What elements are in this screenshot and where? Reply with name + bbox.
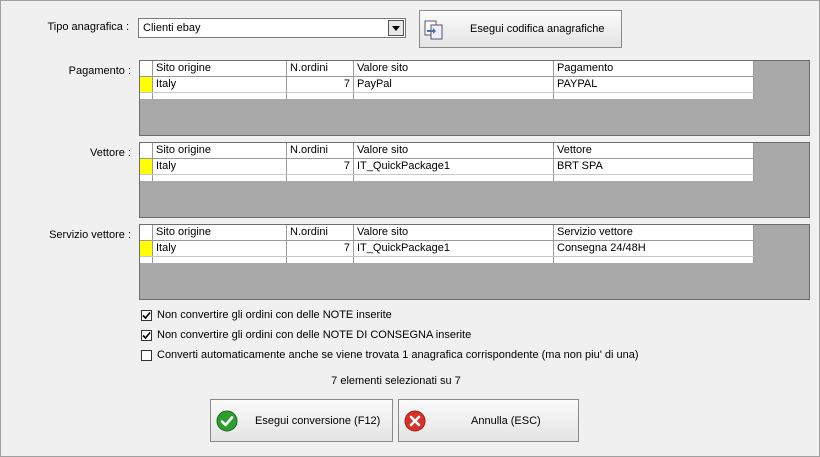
- cell-n-ordini[interactable]: 7: [287, 159, 354, 174]
- col-n-ordini[interactable]: N.ordini: [287, 61, 354, 76]
- vettore-label: Vettore :: [90, 147, 131, 159]
- cell-vettore[interactable]: BRT SPA: [554, 159, 754, 174]
- table-row[interactable]: Italy 7 IT_QuickPackage1 BRT SPA: [140, 159, 754, 175]
- checkbox-no-note-consegna[interactable]: [141, 330, 152, 341]
- col-valore-sito[interactable]: Valore sito: [354, 225, 554, 240]
- esegui-conversione-label: Esegui conversione (F12): [255, 414, 381, 427]
- col-vettore[interactable]: Vettore: [554, 143, 754, 158]
- col-valore-sito[interactable]: Valore sito: [354, 61, 554, 76]
- esegui-codifica-label: Esegui codifica anagrafiche: [470, 23, 605, 35]
- grid-header-row: Sito origine N.ordini Valore sito Serviz…: [140, 225, 754, 241]
- row-selector[interactable]: [140, 241, 153, 256]
- col-sito-origine[interactable]: Sito origine: [153, 225, 287, 240]
- tipo-anagrafica-select[interactable]: Clienti ebay: [138, 18, 406, 38]
- table-row-empty[interactable]: [140, 93, 754, 99]
- chevron-down-icon[interactable]: [388, 20, 404, 36]
- cell-valore-sito[interactable]: PayPal: [354, 77, 554, 92]
- col-n-ordini[interactable]: N.ordini: [287, 143, 354, 158]
- grid-header-row: Sito origine N.ordini Valore sito Pagame…: [140, 61, 754, 77]
- col-valore-sito[interactable]: Valore sito: [354, 143, 554, 158]
- col-n-ordini[interactable]: N.ordini: [287, 225, 354, 240]
- cell-valore-sito[interactable]: IT_QuickPackage1: [354, 241, 554, 256]
- cell-servizio-vettore[interactable]: Consegna 24/48H: [554, 241, 754, 256]
- annulla-button[interactable]: Annulla (ESC): [398, 399, 579, 442]
- grid-header-row: Sito origine N.ordini Valore sito Vettor…: [140, 143, 754, 159]
- dialog-window: Tipo anagrafica : Clienti ebay Esegui co…: [0, 0, 820, 457]
- document-convert-icon: [424, 20, 444, 43]
- checkbox-no-note[interactable]: [141, 310, 152, 321]
- tipo-anagrafica-label: Tipo anagrafica :: [47, 21, 129, 33]
- cell-n-ordini[interactable]: 7: [287, 77, 354, 92]
- servizio-vettore-label: Servizio vettore :: [49, 229, 131, 241]
- cell-pagamento[interactable]: PAYPAL: [554, 77, 754, 92]
- col-pagamento[interactable]: Pagamento: [554, 61, 754, 76]
- col-sito-origine[interactable]: Sito origine: [153, 61, 287, 76]
- checkbox-converti-auto[interactable]: [141, 350, 152, 361]
- table-row[interactable]: Italy 7 PayPal PAYPAL: [140, 77, 754, 93]
- servizio-vettore-grid: Sito origine N.ordini Valore sito Serviz…: [139, 224, 810, 300]
- table-row-empty[interactable]: [140, 257, 754, 263]
- table-row-empty[interactable]: [140, 175, 754, 181]
- esegui-conversione-button[interactable]: Esegui conversione (F12): [210, 399, 393, 442]
- cell-sito-origine[interactable]: Italy: [153, 77, 287, 92]
- pagamento-grid: Sito origine N.ordini Valore sito Pagame…: [139, 60, 810, 136]
- close-icon: [404, 410, 426, 435]
- cell-sito-origine[interactable]: Italy: [153, 159, 287, 174]
- cell-n-ordini[interactable]: 7: [287, 241, 354, 256]
- table-row[interactable]: Italy 7 IT_QuickPackage1 Consegna 24/48H: [140, 241, 754, 257]
- option-no-note-label: Non convertire gli ordini con delle NOTE…: [157, 309, 392, 321]
- row-selector[interactable]: [140, 77, 153, 92]
- cell-sito-origine[interactable]: Italy: [153, 241, 287, 256]
- col-servizio-vettore[interactable]: Servizio vettore: [554, 225, 754, 240]
- col-sito-origine[interactable]: Sito origine: [153, 143, 287, 158]
- esegui-codifica-button[interactable]: Esegui codifica anagrafiche: [419, 10, 622, 48]
- row-selector[interactable]: [140, 159, 153, 174]
- pagamento-label: Pagamento :: [68, 65, 131, 77]
- selection-status: 7 elementi selezionati su 7: [331, 375, 461, 387]
- option-converti-auto-label: Converti automaticamente anche se viene …: [157, 349, 639, 361]
- tipo-anagrafica-value: Clienti ebay: [143, 22, 201, 34]
- cell-valore-sito[interactable]: IT_QuickPackage1: [354, 159, 554, 174]
- vettore-grid: Sito origine N.ordini Valore sito Vettor…: [139, 142, 810, 218]
- option-no-note-consegna-label: Non convertire gli ordini con delle NOTE…: [157, 329, 472, 341]
- annulla-label: Annulla (ESC): [471, 414, 541, 427]
- check-icon: [216, 410, 238, 435]
